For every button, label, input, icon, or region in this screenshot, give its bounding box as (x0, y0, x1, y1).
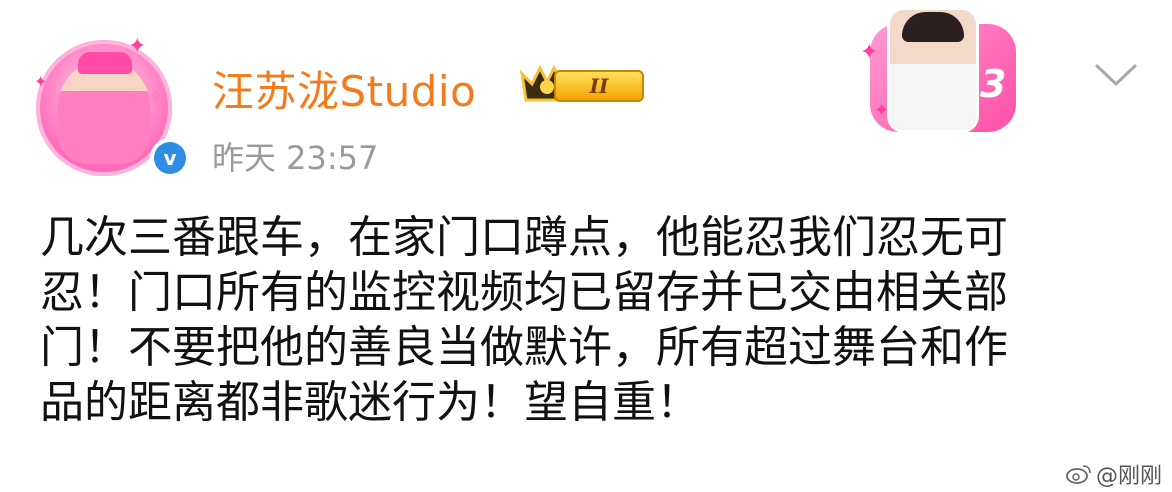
author-name[interactable]: 汪苏泷Studio (212, 58, 476, 119)
verified-badge: v (150, 138, 190, 178)
star-icon: ✧ (148, 86, 164, 107)
decoration-number: 3 (980, 62, 1007, 106)
avatar[interactable]: ✦ ✦ ✧ v (30, 34, 190, 182)
weibo-post: ✦ ✦ ✧ v 汪苏泷Studio II 昨天 23:57 ✦ ✦ 3 几次三番… (0, 0, 1172, 492)
card-decoration: ✦ ✦ 3 (852, 6, 1024, 136)
chevron-down-icon[interactable] (1093, 60, 1139, 90)
post-content: 几次三番跟车，在家门口蹲点，他能忍我们忍无可 忍！门口所有的监控视频均已留存并已… (40, 210, 1150, 430)
post-text-line: 门！不要把他的善良当做默许，所有超过舞台和作 (40, 322, 1008, 373)
post-text-line: 忍！门口所有的监控视频均已留存并已交由相关部 (40, 267, 1008, 318)
star-icon: ✦ (874, 100, 890, 121)
star-icon: ✦ (860, 40, 879, 65)
post-text-line: 品的距离都非歌迷行为！望自重！ (40, 377, 700, 428)
avatar-photo (58, 60, 150, 164)
verified-v-icon: v (154, 142, 186, 174)
star-icon: ✦ (34, 72, 48, 91)
watermark-text: @刚刚 (1096, 464, 1163, 489)
decoration-hair (902, 12, 964, 42)
star-icon: ✦ (128, 34, 147, 59)
post-text-line: 几次三番跟车，在家门口蹲点，他能忍我们忍无可 (40, 212, 1008, 263)
watermark: @刚刚 (1066, 458, 1162, 490)
member-level-label: II (554, 70, 644, 102)
post-timestamp: 昨天 23:57 (212, 139, 379, 177)
member-badge[interactable]: II (518, 60, 644, 106)
avatar-cap-decoration (78, 52, 132, 74)
weibo-logo-icon (1066, 465, 1091, 484)
